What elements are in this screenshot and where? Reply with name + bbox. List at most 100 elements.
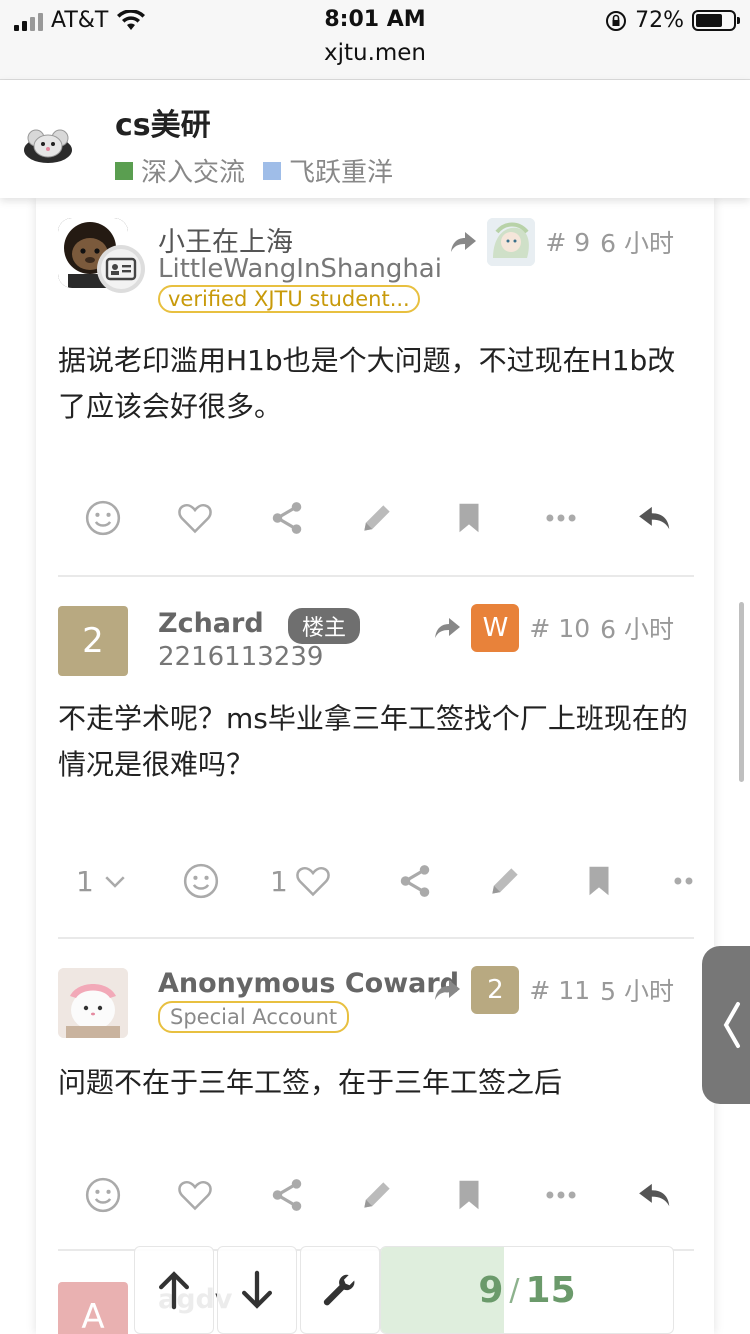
user-flair: verified XJTU student... — [158, 285, 420, 313]
post-time[interactable]: 6 小时 — [600, 224, 674, 260]
like-button[interactable]: 1 — [270, 856, 332, 906]
pencil-icon — [492, 868, 518, 894]
reply-to-arrow-icon[interactable] — [449, 230, 477, 254]
category-label: 飞跃重洋 — [289, 158, 394, 188]
post-9: 小王在上海 LittleWangInShanghai verified XJTU… — [58, 198, 694, 576]
category-label: 深入交流 — [141, 158, 246, 188]
reply-to-avatar[interactable]: 2 — [471, 966, 520, 1014]
more-button[interactable] — [542, 1170, 580, 1220]
poster-username[interactable]: LittleWangInShanghai — [158, 254, 442, 284]
post-number[interactable]: # 11 — [529, 976, 590, 1005]
poster-name[interactable]: Anonymous Coward — [158, 968, 459, 999]
chevron-down-icon — [105, 876, 125, 888]
scrollbar-thumb[interactable] — [739, 602, 744, 782]
ellipsis-icon — [674, 877, 693, 885]
scroll-up-button[interactable] — [134, 1246, 214, 1334]
orientation-lock-icon — [606, 10, 627, 31]
status-bar: AT&T 8:01 AM xjtu.men 72% — [0, 0, 750, 80]
reply-icon — [639, 506, 670, 530]
category-color-square — [115, 161, 133, 180]
heart-icon — [178, 503, 212, 534]
more-button[interactable] — [542, 493, 580, 543]
post-time[interactable]: 5 小时 — [600, 972, 674, 1008]
post-number[interactable]: # 10 — [529, 614, 590, 643]
battery-group: 72% — [605, 8, 740, 33]
timeline-pull-tab[interactable] — [702, 946, 750, 1104]
smile-icon — [85, 1177, 121, 1213]
share-icon — [272, 502, 302, 534]
likes-count: 1 — [270, 864, 288, 898]
avatar[interactable]: A — [58, 1282, 128, 1334]
post-11: Anonymous Coward Special Account 2 # 11 … — [58, 938, 694, 1250]
arrow-up-icon — [159, 1271, 189, 1310]
reply-icon — [639, 1183, 670, 1207]
reply-to-avatar[interactable]: W — [471, 604, 520, 652]
chevron-left-icon — [723, 1002, 740, 1048]
page-url[interactable]: xjtu.men — [0, 40, 750, 66]
bookmark-button[interactable] — [450, 493, 488, 543]
heart-icon — [178, 1180, 212, 1211]
post-number[interactable]: # 9 — [545, 228, 590, 257]
poster-username[interactable]: 2216113239 — [158, 642, 323, 672]
site-logo-icon[interactable] — [22, 120, 74, 166]
avatar[interactable] — [58, 968, 128, 1038]
category-badge-primary[interactable]: 深入交流 — [115, 152, 245, 189]
avatar-letter: A — [81, 1297, 105, 1334]
bookmark-button[interactable] — [450, 1170, 488, 1220]
share-button[interactable] — [396, 856, 434, 906]
replies-count: 1 — [76, 864, 94, 898]
progress-total: 15 — [525, 1269, 576, 1311]
ellipsis-icon — [546, 1191, 576, 1199]
reply-to-arrow-icon[interactable] — [433, 978, 461, 1002]
smile-icon — [183, 863, 219, 899]
category-badge-secondary[interactable]: 飞跃重洋 — [263, 152, 393, 189]
react-button[interactable] — [84, 1170, 122, 1220]
op-badge: 楼主 — [288, 608, 361, 644]
post-meta: 2 # 11 5 小时 — [433, 966, 674, 1014]
post-time[interactable]: 6 小时 — [600, 610, 674, 646]
post-body: 问题不在于三年工签，在于三年工签之后 — [58, 1066, 563, 1099]
share-button[interactable] — [268, 1170, 306, 1220]
post-actions — [58, 1170, 714, 1220]
bookmark-button[interactable] — [580, 856, 618, 906]
like-button[interactable] — [176, 493, 214, 543]
scroll-down-button[interactable] — [217, 1246, 297, 1334]
battery-percent: 72% — [635, 8, 684, 33]
progress-current: 9 — [478, 1269, 504, 1311]
verified-card-icon — [97, 245, 145, 293]
topic-progress[interactable]: 9 / 15 — [380, 1246, 674, 1334]
share-icon — [272, 1179, 302, 1211]
wrench-icon — [323, 1274, 355, 1306]
post-meta: W # 10 6 小时 — [433, 604, 674, 652]
post-actions: 1 1 — [58, 856, 714, 906]
avatar[interactable]: 2 — [58, 606, 128, 676]
topic-admin-button[interactable] — [300, 1246, 380, 1334]
react-button[interactable] — [182, 856, 220, 906]
replies-toggle[interactable]: 1 — [76, 856, 130, 906]
post-stream: 小王在上海 LittleWangInShanghai verified XJTU… — [36, 198, 714, 1334]
post-10: 2 Zchard 楼主 2216113239 W # 10 6 小时 不走学术呢… — [58, 576, 694, 938]
arrow-down-icon — [242, 1270, 273, 1309]
edit-button[interactable] — [486, 856, 524, 906]
post-actions — [58, 493, 714, 543]
post-body: 不走学术呢？ms毕业拿三年工签找个厂上班现在的情况是很难吗？ — [58, 702, 688, 781]
edit-button[interactable] — [358, 1170, 396, 1220]
topic-title[interactable]: cs美研 — [115, 100, 211, 144]
bookmark-icon — [589, 866, 609, 896]
like-button[interactable] — [176, 1170, 214, 1220]
category-color-square — [263, 161, 282, 180]
share-button[interactable] — [268, 493, 306, 543]
reply-button[interactable] — [636, 493, 674, 543]
reply-to-arrow-icon[interactable] — [433, 616, 461, 640]
reply-avatar-letter: 2 — [487, 975, 504, 1005]
bookmark-icon — [459, 503, 479, 533]
user-flair: Special Account — [158, 1001, 350, 1033]
reply-button[interactable] — [636, 1170, 674, 1220]
edit-button[interactable] — [358, 493, 396, 543]
poster-name[interactable]: Zchard — [158, 608, 264, 639]
post-meta: # 9 6 小时 — [449, 218, 674, 266]
bottom-navigation: 9 / 15 — [134, 1246, 674, 1334]
react-button[interactable] — [84, 493, 122, 543]
reply-to-avatar[interactable] — [487, 218, 536, 266]
more-button[interactable] — [670, 856, 694, 906]
